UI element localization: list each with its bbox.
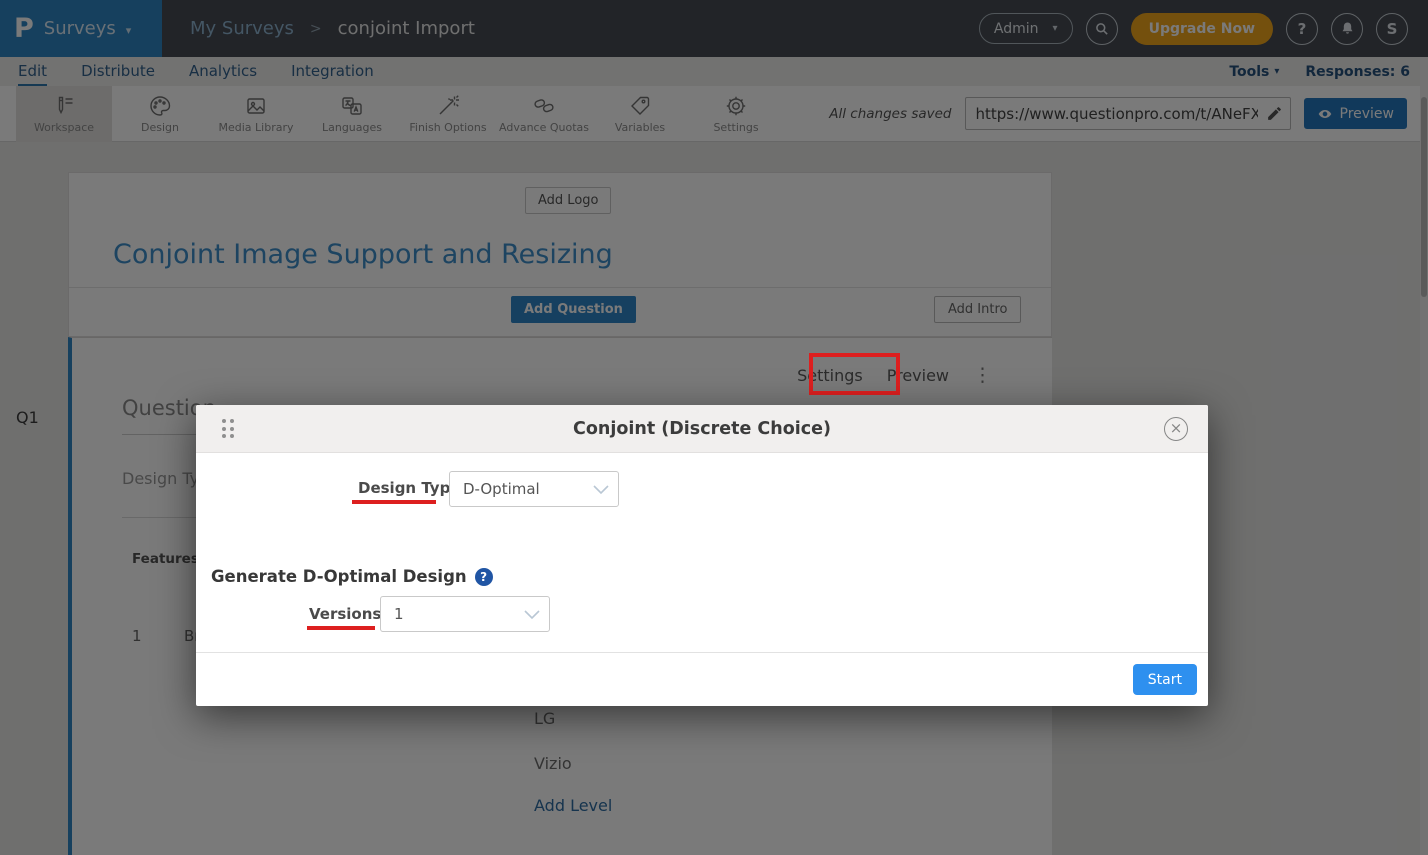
generate-design-heading-text: Generate D-Optimal Design	[211, 567, 467, 586]
modal-title: Conjoint (Discrete Choice)	[196, 405, 1208, 453]
design-type-select[interactable]: D-Optimal	[449, 471, 619, 507]
versions-red-underline-annotation	[307, 626, 375, 630]
close-icon[interactable]: ×	[1164, 417, 1188, 441]
versions-select[interactable]: 1	[380, 596, 550, 632]
design-type-value: D-Optimal	[463, 480, 540, 498]
modal-footer: Start	[196, 652, 1208, 706]
chevron-down-icon	[524, 610, 540, 620]
versions-value: 1	[394, 605, 404, 623]
conjoint-settings-modal: Conjoint (Discrete Choice) × Design Type…	[196, 405, 1208, 706]
design-type-red-underline-annotation	[352, 500, 436, 504]
help-icon[interactable]: ?	[475, 568, 493, 586]
settings-highlight-annotation	[809, 353, 900, 395]
chevron-down-icon	[593, 485, 609, 495]
start-button[interactable]: Start	[1133, 664, 1197, 695]
drag-handle-icon[interactable]	[222, 419, 234, 438]
modal-header: Conjoint (Discrete Choice) ×	[196, 405, 1208, 453]
generate-design-heading: Generate D-Optimal Design ?	[211, 567, 493, 586]
design-type-label: Design Type	[358, 479, 460, 497]
